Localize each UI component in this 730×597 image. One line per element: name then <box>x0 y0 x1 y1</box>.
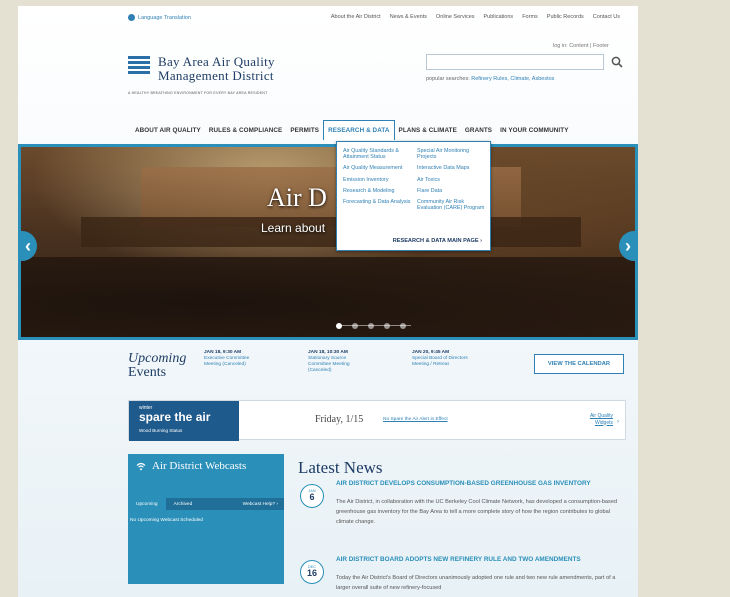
news-headline[interactable]: AIR DISTRICT BOARD ADOPTS NEW REFINERY R… <box>336 556 626 564</box>
webcasts-empty-message: No Upcoming Webcast Scheduled <box>130 518 203 523</box>
search-icon[interactable] <box>610 55 624 69</box>
signin-links[interactable]: log in: Content | Footer <box>553 43 609 49</box>
webcast-help-link[interactable]: Webcast Help? › <box>243 502 284 507</box>
event-title: Stationary Source Committee Meeting (Can… <box>308 355 350 373</box>
utility-link-about[interactable]: About the Air District <box>331 14 381 20</box>
news-date-day: 6 <box>309 492 315 502</box>
page: Language Translation About the Air Distr… <box>18 6 638 597</box>
utility-link-online-services[interactable]: Online Services <box>436 14 475 20</box>
hero-title: Air D <box>267 183 327 212</box>
spare-brand: spare the air <box>139 410 211 424</box>
tagline: A HEALTHY BREATHING ENVIRONMENT FOR EVER… <box>128 91 268 95</box>
events-heading: Upcoming Events <box>128 352 186 380</box>
carousel-dot-4[interactable] <box>384 323 390 329</box>
upcoming-events: Upcoming Events JAN 18, 9:30 AM Executiv… <box>18 344 638 390</box>
carousel-dots <box>336 323 406 329</box>
utility-links: About the Air District News & Events Onl… <box>331 14 620 20</box>
dropdown-item-flare-data[interactable]: Flare Data <box>417 188 489 194</box>
hero-photo-audience <box>21 257 635 337</box>
hero-carousel[interactable]: Air D Learn about ‹ › <box>18 144 638 340</box>
popular-searches: popular searches: Refinery Rules, Climat… <box>426 76 554 82</box>
utility-link-forms[interactable]: Forms <box>522 14 538 20</box>
language-label: Language Translation <box>138 14 191 21</box>
hero-subtitle[interactable]: Learn about <box>261 221 325 235</box>
logo-line-2: Management District <box>158 68 274 83</box>
globe-icon <box>128 14 135 21</box>
event-title: Executive Committee Meeting (Canceled) <box>204 355 250 367</box>
dropdown-main-page-link[interactable]: RESEARCH & DATA MAIN PAGE › <box>393 238 482 244</box>
spare-date: Friday, 1/15 <box>315 414 364 425</box>
view-calendar-button[interactable]: VIEW THE CALENDAR <box>534 354 624 374</box>
utility-link-news[interactable]: News & Events <box>390 14 427 20</box>
nav-in-your-community[interactable]: IN YOUR COMMUNITY <box>496 121 572 140</box>
webcasts-title: Air District Webcasts <box>152 460 247 472</box>
news-date-day: 16 <box>306 568 317 578</box>
chevron-left-icon: ‹ <box>25 235 31 256</box>
logo-mark-icon <box>128 56 150 76</box>
latest-news-heading: Latest News <box>298 458 383 477</box>
nav-grants[interactable]: GRANTS <box>461 121 496 140</box>
spare-alert-link[interactable]: No Spare the Air Alert in Effect <box>383 417 448 422</box>
popular-searches-links[interactable]: Refinery Rules, Climate, Asbestos <box>471 76 554 82</box>
dropdown-column-left: Air Quality Standards & Attainment Statu… <box>343 148 415 210</box>
dropdown-item-special-monitoring[interactable]: Special Air Monitoring Projects <box>417 148 489 160</box>
dropdown-item-measurement[interactable]: Air Quality Measurement <box>343 165 415 171</box>
event-item[interactable]: JAN 18, 9:30 AM Executive Committee Meet… <box>204 350 266 368</box>
carousel-dot-1[interactable] <box>336 323 342 329</box>
chevron-right-icon: › <box>625 235 631 256</box>
webcasts-panel: Air District Webcasts Upcoming Archived … <box>128 454 284 584</box>
utility-link-public-records[interactable]: Public Records <box>547 14 584 20</box>
news-body: Today the Air District's Board of Direct… <box>336 575 616 591</box>
nav-permits[interactable]: PERMITS <box>286 121 323 140</box>
hero-photo-dais <box>81 217 581 247</box>
tab-upcoming[interactable]: Upcoming <box>128 498 166 510</box>
news-date-badge: JAN 6 <box>300 484 324 508</box>
nav-plans-climate[interactable]: PLANS & CLIMATE <box>395 121 461 140</box>
events-heading-line-2: Events <box>128 365 167 380</box>
carousel-dot-2[interactable] <box>352 323 358 329</box>
nav-about-air-quality[interactable]: ABOUT AIR QUALITY <box>131 121 205 140</box>
utility-bar: Language Translation About the Air Distr… <box>18 12 638 26</box>
news-date-badge: DEC 16 <box>300 560 324 584</box>
main-nav: ABOUT AIR QUALITY RULES & COMPLIANCE PER… <box>131 120 573 140</box>
nav-rules-compliance[interactable]: RULES & COMPLIANCE <box>205 121 287 140</box>
utility-link-publications[interactable]: Publications <box>484 14 514 20</box>
chevron-right-icon: › <box>617 419 619 425</box>
dropdown-item-care-program[interactable]: Community Air Risk Evaluation (CARE) Pro… <box>417 199 489 211</box>
air-quality-widgets-link[interactable]: Air Quality Widgets <box>577 413 613 426</box>
spare-the-air-banner: winter spare the air Wood Burning Status… <box>128 400 626 441</box>
research-data-dropdown: Air Quality Standards & Attainment Statu… <box>336 141 491 251</box>
event-item[interactable]: JAN 20, 9:45 AM Special Board of Directo… <box>412 350 474 368</box>
event-item[interactable]: JAN 18, 10:30 AM Stationary Source Commi… <box>308 350 370 374</box>
dropdown-item-data-maps[interactable]: Interactive Data Maps <box>417 165 489 171</box>
carousel-dot-3[interactable] <box>368 323 374 329</box>
dropdown-item-air-toxics[interactable]: Air Toxics <box>417 177 489 183</box>
language-translation-link[interactable]: Language Translation <box>128 14 191 21</box>
dropdown-item-research-modeling[interactable]: Research & Modeling <box>343 188 415 194</box>
search-input[interactable] <box>426 54 604 70</box>
nav-research-data[interactable]: RESEARCH & DATA <box>323 120 395 140</box>
dropdown-item-emission-inventory[interactable]: Emission Inventory <box>343 177 415 183</box>
webcasts-heading: Air District Webcasts <box>136 460 246 472</box>
carousel-dot-5[interactable] <box>400 323 406 329</box>
wifi-icon <box>136 462 146 470</box>
popular-searches-label: popular searches: <box>426 76 470 82</box>
spare-the-air-logo[interactable]: winter spare the air Wood Burning Status <box>129 401 239 441</box>
dropdown-column-right: Special Air Monitoring Projects Interact… <box>417 148 489 216</box>
dropdown-item-forecasting[interactable]: Forecasting & Data Analysis <box>343 199 415 205</box>
webcasts-tabs: Upcoming Archived Webcast Help? › <box>128 498 284 510</box>
utility-link-contact[interactable]: Contact Us <box>593 14 620 20</box>
event-title: Special Board of Directors Meeting / Ret… <box>412 355 468 367</box>
news-body: The Air District, in collaboration with … <box>336 499 618 525</box>
events-heading-line-1: Upcoming <box>128 351 187 366</box>
spare-status-label: Wood Burning Status <box>139 428 183 433</box>
dropdown-item-standards[interactable]: Air Quality Standards & Attainment Statu… <box>343 148 415 160</box>
news-headline[interactable]: AIR DISTRICT DEVELOPS CONSUMPTION-BASED … <box>336 480 626 488</box>
tab-archived[interactable]: Archived <box>166 498 201 510</box>
